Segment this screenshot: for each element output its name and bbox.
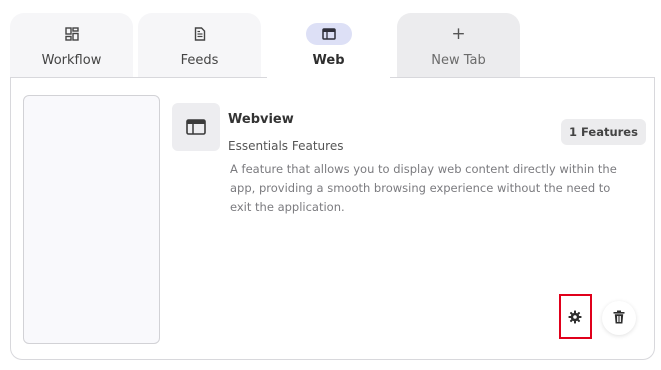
tab-label: New Tab <box>431 53 486 68</box>
tab-label: Web <box>312 53 345 68</box>
app-preview <box>23 95 160 344</box>
tab-feeds[interactable]: Feeds <box>138 13 261 79</box>
document-icon <box>177 23 223 45</box>
features-count-badge: 1 Features <box>561 119 646 145</box>
tab-new[interactable]: + New Tab <box>397 13 520 79</box>
tab-label: Workflow <box>41 53 102 68</box>
feature-title: Webview <box>228 112 294 127</box>
browser-window-icon <box>172 103 220 151</box>
tab-label: Feeds <box>180 53 219 68</box>
settings-button[interactable] <box>558 301 592 335</box>
trash-icon <box>613 309 625 328</box>
tab-workflow[interactable]: Workflow <box>10 13 133 79</box>
dashboard-icon <box>49 23 95 45</box>
browser-window-icon <box>305 23 352 45</box>
panel-divider-gap <box>267 77 390 78</box>
feature-subtitle: Essentials Features <box>228 139 344 153</box>
plus-icon: + <box>451 23 466 44</box>
tab-web[interactable]: Web <box>267 13 390 79</box>
gear-icon <box>568 309 582 328</box>
delete-button[interactable] <box>602 301 636 335</box>
feature-description: A feature that allows you to display web… <box>230 162 617 214</box>
